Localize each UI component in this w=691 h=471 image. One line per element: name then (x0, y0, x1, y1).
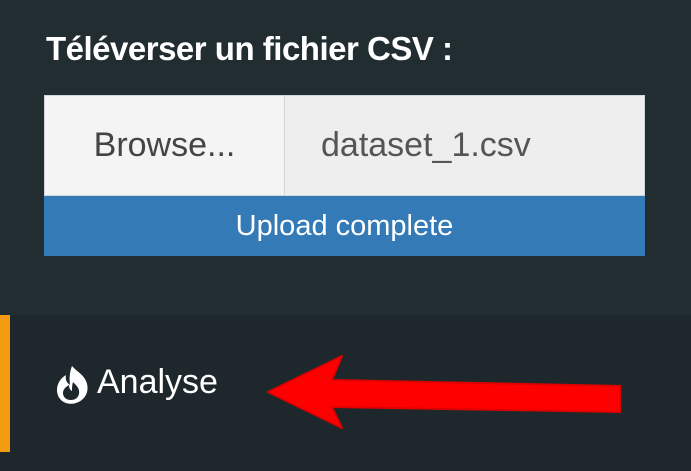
selected-filename-field[interactable]: dataset_1.csv (285, 96, 644, 195)
fire-icon (57, 366, 88, 404)
sidebar-item-label: Analyse (97, 363, 218, 401)
shiny-sidebar-screen: Téléverser un fichier CSV : Browse... da… (0, 0, 691, 471)
upload-progress-fill: Upload complete (44, 196, 645, 256)
active-indicator (0, 315, 10, 452)
browse-button[interactable]: Browse... (45, 96, 285, 195)
upload-progress-bar: Upload complete (44, 196, 645, 256)
csv-file-input[interactable]: Browse... dataset_1.csv (44, 95, 645, 196)
csv-upload-label: Téléverser un fichier CSV : (46, 30, 453, 67)
left-arrow-icon (267, 355, 621, 429)
upload-status-text: Upload complete (235, 209, 454, 242)
csv-upload-panel: Téléverser un fichier CSV : Browse... da… (0, 0, 691, 315)
